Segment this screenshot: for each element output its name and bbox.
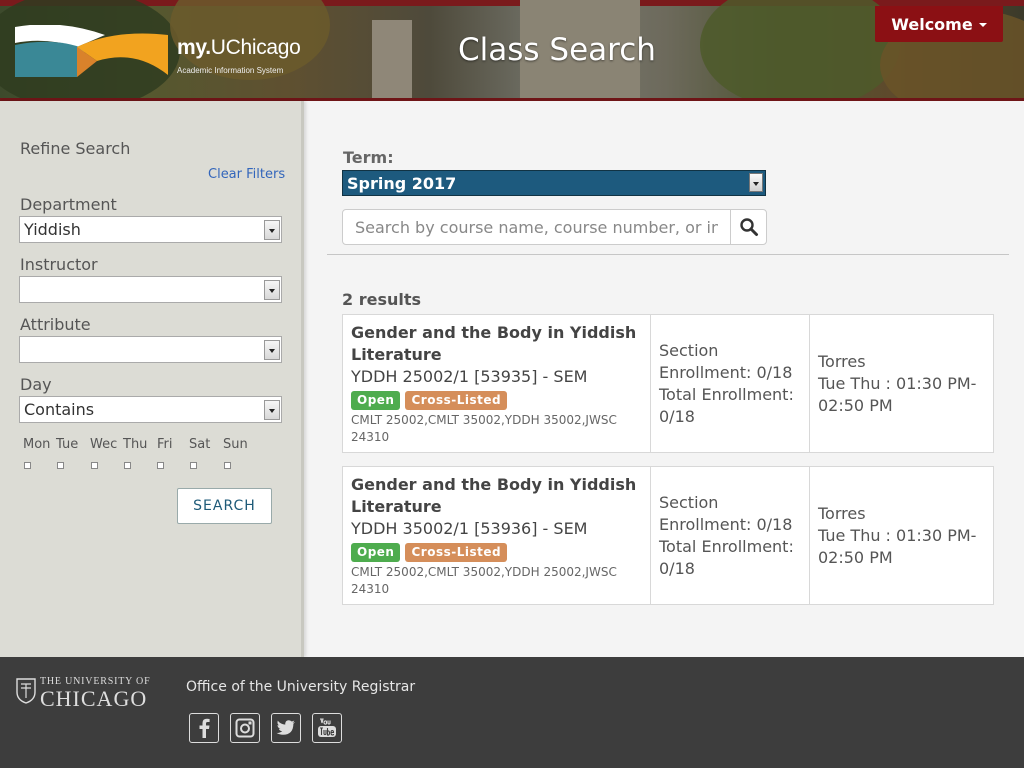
course-title[interactable]: Gender and the Body in Yiddish Literatur… (351, 322, 642, 366)
twitter-icon[interactable] (271, 713, 301, 743)
meeting-schedule: Tue Thu : 01:30 PM-02:50 PM (818, 373, 977, 415)
term-label: Term: (343, 148, 394, 167)
university-of-chicago-logo[interactable]: THE UNIVERSITY OF CHICAGO (16, 676, 156, 711)
day-sun-checkbox[interactable] (224, 462, 231, 469)
open-badge: Open (351, 391, 401, 410)
meeting-cell: Torres Tue Thu : 01:30 PM-02:50 PM (810, 315, 995, 452)
day-label: Day (20, 375, 52, 394)
course-title[interactable]: Gender and the Body in Yiddish Literatur… (351, 474, 642, 518)
registrar-link[interactable]: Office of the University Registrar (186, 679, 415, 695)
day-fri-label: Fri (157, 437, 173, 452)
course-code: YDDH 25002/1 [53935] - SEM (351, 367, 588, 386)
page-title: Class Search (458, 32, 656, 68)
result-card[interactable]: Gender and the Body in Yiddish Literatur… (342, 466, 994, 605)
day-select[interactable]: Contains (19, 396, 282, 423)
refine-search-title: Refine Search (20, 139, 131, 158)
refine-search-sidebar: Refine Search Clear Filters Department Y… (0, 101, 304, 657)
dropdown-arrow-icon[interactable] (264, 340, 280, 360)
department-label: Department (20, 195, 117, 214)
site-footer: THE UNIVERSITY OF CHICAGO Office of the … (0, 657, 1024, 768)
dropdown-arrow-icon[interactable] (264, 220, 280, 240)
enrollment-cell: Section Enrollment: 0/18 Total Enrollmen… (651, 315, 810, 452)
welcome-dropdown-button[interactable]: Welcome (875, 6, 1003, 42)
welcome-label: Welcome (891, 14, 973, 34)
background-tower (372, 20, 412, 101)
background-foliage (700, 0, 900, 101)
caret-down-icon (978, 23, 987, 27)
day-thu-checkbox[interactable] (124, 462, 131, 469)
meeting-cell: Torres Tue Thu : 01:30 PM-02:50 PM (810, 467, 995, 604)
day-wed-label: Wec (90, 437, 117, 452)
cross-listed-badge: Cross-Listed (405, 391, 508, 410)
day-mon-label: Mon (23, 437, 51, 452)
day-thu-label: Thu (123, 437, 148, 452)
clear-filters-link[interactable]: Clear Filters (208, 167, 285, 182)
day-fri-checkbox[interactable] (157, 462, 164, 469)
meeting-schedule: Tue Thu : 01:30 PM-02:50 PM (818, 525, 977, 567)
instructor-select[interactable] (19, 276, 282, 303)
department-select[interactable]: Yiddish (19, 216, 282, 243)
day-sat-label: Sat (189, 437, 211, 452)
results-divider (327, 254, 1009, 255)
result-card[interactable]: Gender and the Body in Yiddish Literatur… (342, 314, 994, 453)
course-info-cell: Gender and the Body in Yiddish Literatur… (343, 467, 651, 604)
course-code: YDDH 35002/1 [53936] - SEM (351, 519, 588, 538)
cross-listed-courses: CMLT 25002,CMLT 35002,YDDH 25002,JWSC 24… (351, 565, 617, 596)
course-badges: Open Cross-Listed (351, 543, 642, 562)
search-button[interactable]: SEARCH (177, 488, 272, 524)
instructor-name: Torres (818, 351, 866, 371)
myuchicago-logo-icon[interactable] (15, 25, 168, 78)
term-value: Spring 2017 (347, 174, 457, 193)
university-name-bottom: CHICAGO (40, 686, 148, 711)
dropdown-arrow-icon[interactable] (264, 400, 280, 420)
site-header: my.UChicago Academic Information System … (0, 0, 1024, 101)
enrollment-cell: Section Enrollment: 0/18 Total Enrollmen… (651, 467, 810, 604)
instagram-icon[interactable] (230, 713, 260, 743)
term-select[interactable]: Spring 2017 (342, 170, 766, 196)
day-sun-label: Sun (223, 437, 248, 452)
dropdown-arrow-icon[interactable] (264, 280, 280, 300)
enrollment-text: Section Enrollment: 0/18 Total Enrollmen… (659, 492, 794, 578)
attribute-label: Attribute (20, 315, 91, 334)
day-value: Contains (24, 400, 95, 419)
search-icon (739, 218, 758, 236)
day-sat-checkbox[interactable] (190, 462, 197, 469)
brand-subtitle: Academic Information System (177, 66, 284, 75)
instructor-name: Torres (818, 503, 866, 523)
university-shield-icon (16, 678, 36, 704)
brand-name: my.UChicago (177, 36, 301, 59)
course-badges: Open Cross-Listed (351, 391, 642, 410)
facebook-icon[interactable] (189, 713, 219, 743)
day-wed-checkbox[interactable] (91, 462, 98, 469)
search-submit-button[interactable] (730, 209, 767, 245)
course-search-field[interactable] (342, 209, 731, 245)
day-mon-checkbox[interactable] (24, 462, 31, 469)
attribute-select[interactable] (19, 336, 282, 363)
cross-listed-courses: CMLT 25002,CMLT 35002,YDDH 35002,JWSC 24… (351, 413, 617, 444)
day-tue-label: Tue (56, 437, 79, 452)
day-tue-checkbox[interactable] (57, 462, 64, 469)
youtube-icon[interactable] (312, 713, 342, 743)
dropdown-arrow-icon[interactable] (749, 173, 763, 192)
open-badge: Open (351, 543, 401, 562)
instructor-label: Instructor (20, 255, 98, 274)
course-info-cell: Gender and the Body in Yiddish Literatur… (343, 315, 651, 452)
results-count: 2 results (342, 290, 422, 309)
enrollment-text: Section Enrollment: 0/18 Total Enrollmen… (659, 340, 794, 426)
course-search-input[interactable] (343, 210, 730, 244)
cross-listed-badge: Cross-Listed (405, 543, 508, 562)
department-value: Yiddish (24, 220, 81, 239)
